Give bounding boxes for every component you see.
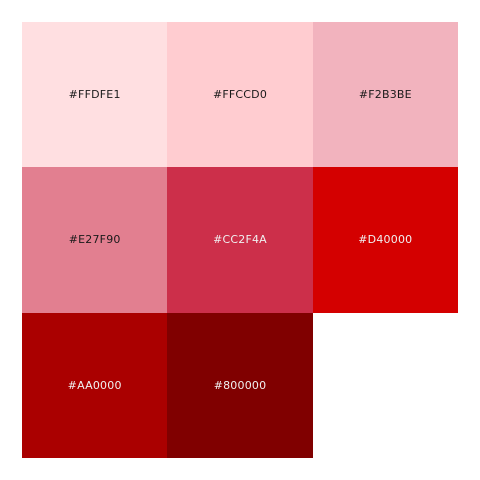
swatch-4: #E27F90 (22, 167, 168, 313)
swatch-label: #E27F90 (68, 233, 121, 247)
swatch-6: #D40000 (312, 167, 458, 313)
swatch-3: #F2B3BE (312, 22, 458, 168)
swatch-label: #F2B3BE (358, 88, 412, 102)
swatch-label: #AA0000 (67, 378, 122, 392)
swatch-2: #FFCCD0 (167, 22, 313, 168)
swatch-label: #800000 (213, 378, 267, 392)
swatch-label: #D40000 (358, 233, 413, 247)
swatch-label: #CC2F4A (213, 233, 267, 247)
swatch-7: #AA0000 (22, 312, 168, 458)
swatch-label: #FFCCD0 (212, 88, 268, 102)
swatch-label: #FFDFE1 (68, 88, 121, 102)
color-palette-grid: #FFDFE1 #FFCCD0 #F2B3BE #E27F90 #CC2F4A … (22, 22, 458, 458)
swatch-8: #800000 (167, 312, 313, 458)
swatch-1: #FFDFE1 (22, 22, 168, 168)
swatch-5: #CC2F4A (167, 167, 313, 313)
